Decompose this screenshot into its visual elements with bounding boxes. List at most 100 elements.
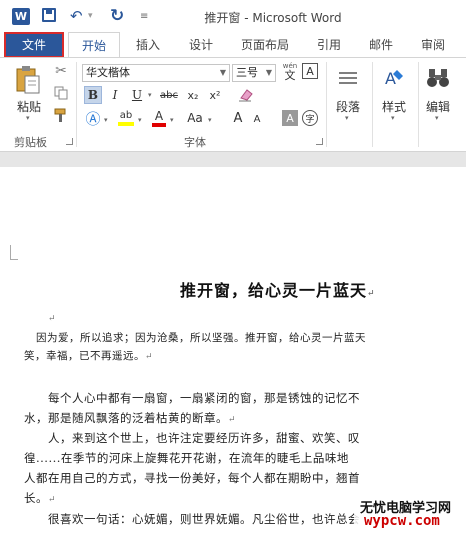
cut-icon[interactable]: ✂ [52, 62, 70, 80]
title-bar: W ↶ ▾ ↻ ≡ 推开窗 - Microsoft Word [0, 0, 466, 32]
change-case-dropdown-icon[interactable]: ▾ [208, 116, 212, 124]
text-line[interactable]: 每个人心中都有一扇窗，一扇紧闭的窗，那是锈蚀的记忆不 [48, 390, 360, 406]
styles-button[interactable]: A [380, 64, 408, 92]
paragraph-label: 段落 [335, 100, 360, 114]
paste-label: 粘贴 [16, 100, 41, 114]
margin-marker [10, 245, 11, 259]
binoculars-icon [427, 69, 449, 87]
text-effects-button[interactable]: Ⓐ [84, 108, 102, 128]
tab-page-layout[interactable]: 页面布局 [238, 32, 292, 58]
paste-button[interactable] [14, 64, 42, 96]
text-line-content: 水，那是随风飘落的泛着枯黄的断章。 [24, 411, 228, 425]
font-launcher-icon[interactable] [316, 138, 323, 145]
highlight-swatch [118, 122, 134, 126]
paragraph-mark: ↵ [48, 314, 57, 324]
styles-dropdown-icon[interactable]: ▾ [391, 114, 395, 122]
copy-icon[interactable] [52, 84, 70, 102]
font-color-button[interactable]: A [150, 108, 168, 128]
text-line-content: 因为爱，所以追求；因为沧桑，所以坚强。推开窗，给心灵一片蓝天 [36, 332, 366, 344]
tab-references[interactable]: 引用 [314, 32, 344, 58]
group-divider [76, 62, 77, 147]
highlight-button[interactable]: ab [116, 108, 136, 128]
paragraph-icon [339, 72, 357, 84]
watermark-url: wypcw.com [364, 513, 440, 529]
clipboard-group-label: 剪贴板 [14, 136, 47, 149]
highlight-dropdown-icon[interactable]: ▾ [138, 116, 142, 124]
bold-button[interactable]: B [84, 86, 102, 104]
subscript-button[interactable]: x₂ [184, 86, 202, 104]
text-line-content: 徨......在季节的河床上旋舞花开花谢，在流年的睫毛上品味地 [24, 451, 349, 465]
paragraph-mark: ↵ [228, 415, 237, 425]
group-divider [372, 62, 373, 147]
ribbon-tabs: 文件 开始 插入 设计 页面布局 引用 邮件 审阅 [0, 32, 466, 58]
text-line[interactable]: 长。↵ [24, 490, 56, 506]
superscript-button[interactable]: x² [206, 86, 224, 104]
shrink-font-button[interactable]: A [250, 110, 264, 128]
svg-text:A: A [385, 69, 396, 88]
empty-paragraph[interactable]: ↵ [48, 310, 56, 324]
page-gap [0, 152, 466, 167]
change-case-button[interactable]: Aa [184, 108, 206, 128]
underline-button[interactable]: U [128, 86, 146, 104]
document-title-text: 推开窗，给心灵一片蓝天 [180, 281, 368, 300]
group-divider [326, 62, 327, 147]
font-color-swatch [152, 122, 166, 127]
text-effects-dropdown-icon[interactable]: ▾ [104, 116, 108, 124]
tab-file[interactable]: 文件 [4, 32, 64, 58]
text-line[interactable]: 笑，幸福，已不再遥远。↵ [24, 348, 153, 363]
paragraph-button[interactable] [334, 66, 362, 92]
grow-font-button[interactable]: A [230, 108, 246, 128]
text-line-content: 很喜欢一句话：心妩媚，则世界妩媚。凡尘俗世，也许总会 [48, 512, 360, 526]
enclose-characters-button[interactable]: 字 [302, 110, 318, 126]
text-line[interactable]: 因为爱，所以追求；因为沧桑，所以坚强。推开窗，给心灵一片蓝天 [36, 330, 366, 345]
tab-mailings[interactable]: 邮件 [366, 32, 396, 58]
text-line[interactable]: 人，来到这个世上，也许注定要经历许多，甜蜜、欢笑、叹 [48, 430, 360, 446]
ribbon: 粘贴 ▾ ✂ 剪贴板 华文楷体 ▼ 三号 ▼ wén 文 A B I U ▾ a… [0, 57, 466, 152]
font-name-combo[interactable]: 华文楷体 ▼ [82, 64, 230, 82]
font-color-label: A [154, 108, 164, 123]
phonetic-guide-button[interactable]: wén 文 [280, 62, 300, 82]
paragraph-mark: ↵ [145, 352, 154, 362]
paragraph-mark: ↵ [367, 289, 376, 299]
underline-dropdown-icon[interactable]: ▾ [148, 91, 152, 99]
font-size-value: 三号 [236, 66, 258, 79]
group-divider [418, 62, 419, 147]
tab-insert[interactable]: 插入 [133, 32, 163, 58]
text-line[interactable]: 很喜欢一句话：心妩媚，则世界妩媚。凡尘俗世，也许总会 [48, 511, 360, 527]
text-line-content: 人都在用自己的方式，寻找一份美好，每个人都在期盼中，翘首 [24, 471, 360, 485]
paste-dropdown-icon[interactable]: ▾ [26, 114, 30, 122]
clipboard-launcher-icon[interactable] [66, 138, 73, 145]
font-color-dropdown-icon[interactable]: ▾ [170, 116, 174, 124]
font-name-value: 华文楷体 [86, 66, 130, 79]
italic-button[interactable]: I [106, 86, 124, 104]
strikethrough-button[interactable]: abc [158, 86, 180, 104]
margin-marker [10, 259, 18, 260]
highlight-label: ab [119, 110, 133, 121]
styles-label: 样式 [381, 100, 406, 114]
font-name-dropdown-icon[interactable]: ▼ [220, 65, 226, 81]
text-line-content: 人，来到这个世上，也许注定要经历许多，甜蜜、欢笑、叹 [48, 431, 360, 445]
text-line[interactable]: 水，那是随风飘落的泛着枯黄的断章。↵ [24, 410, 236, 426]
eraser-icon [239, 89, 253, 102]
text-line[interactable]: 徨......在季节的河床上旋舞花开花谢，在流年的睫毛上品味地 [24, 450, 349, 466]
font-group-label: 字体 [184, 136, 206, 149]
font-size-combo[interactable]: 三号 ▼ [232, 64, 276, 82]
character-shading-button[interactable]: A [282, 110, 298, 126]
tab-home[interactable]: 开始 [68, 32, 120, 58]
text-line-content: 每个人心中都有一扇窗，一扇紧闭的窗，那是锈蚀的记忆不 [48, 391, 360, 405]
clipboard-icon [16, 66, 40, 94]
paragraph-mark: ↵ [48, 495, 57, 505]
font-size-dropdown-icon[interactable]: ▼ [266, 65, 272, 81]
text-line[interactable]: 人都在用自己的方式，寻找一份美好，每个人都在期盼中，翘首 [24, 470, 360, 486]
text-line-content: 长。 [24, 491, 48, 505]
tab-design[interactable]: 设计 [186, 32, 216, 58]
tab-review[interactable]: 审阅 [418, 32, 448, 58]
editing-button[interactable] [424, 64, 452, 92]
format-painter-icon[interactable] [52, 106, 70, 124]
window-title: 推开窗 - Microsoft Word [204, 11, 342, 25]
paragraph-dropdown-icon[interactable]: ▾ [345, 114, 349, 122]
clear-formatting-button[interactable] [236, 86, 256, 104]
document-title[interactable]: 推开窗，给心灵一片蓝天↵ [180, 277, 376, 301]
character-border-button[interactable]: A [302, 63, 318, 79]
editing-dropdown-icon[interactable]: ▾ [435, 114, 439, 122]
